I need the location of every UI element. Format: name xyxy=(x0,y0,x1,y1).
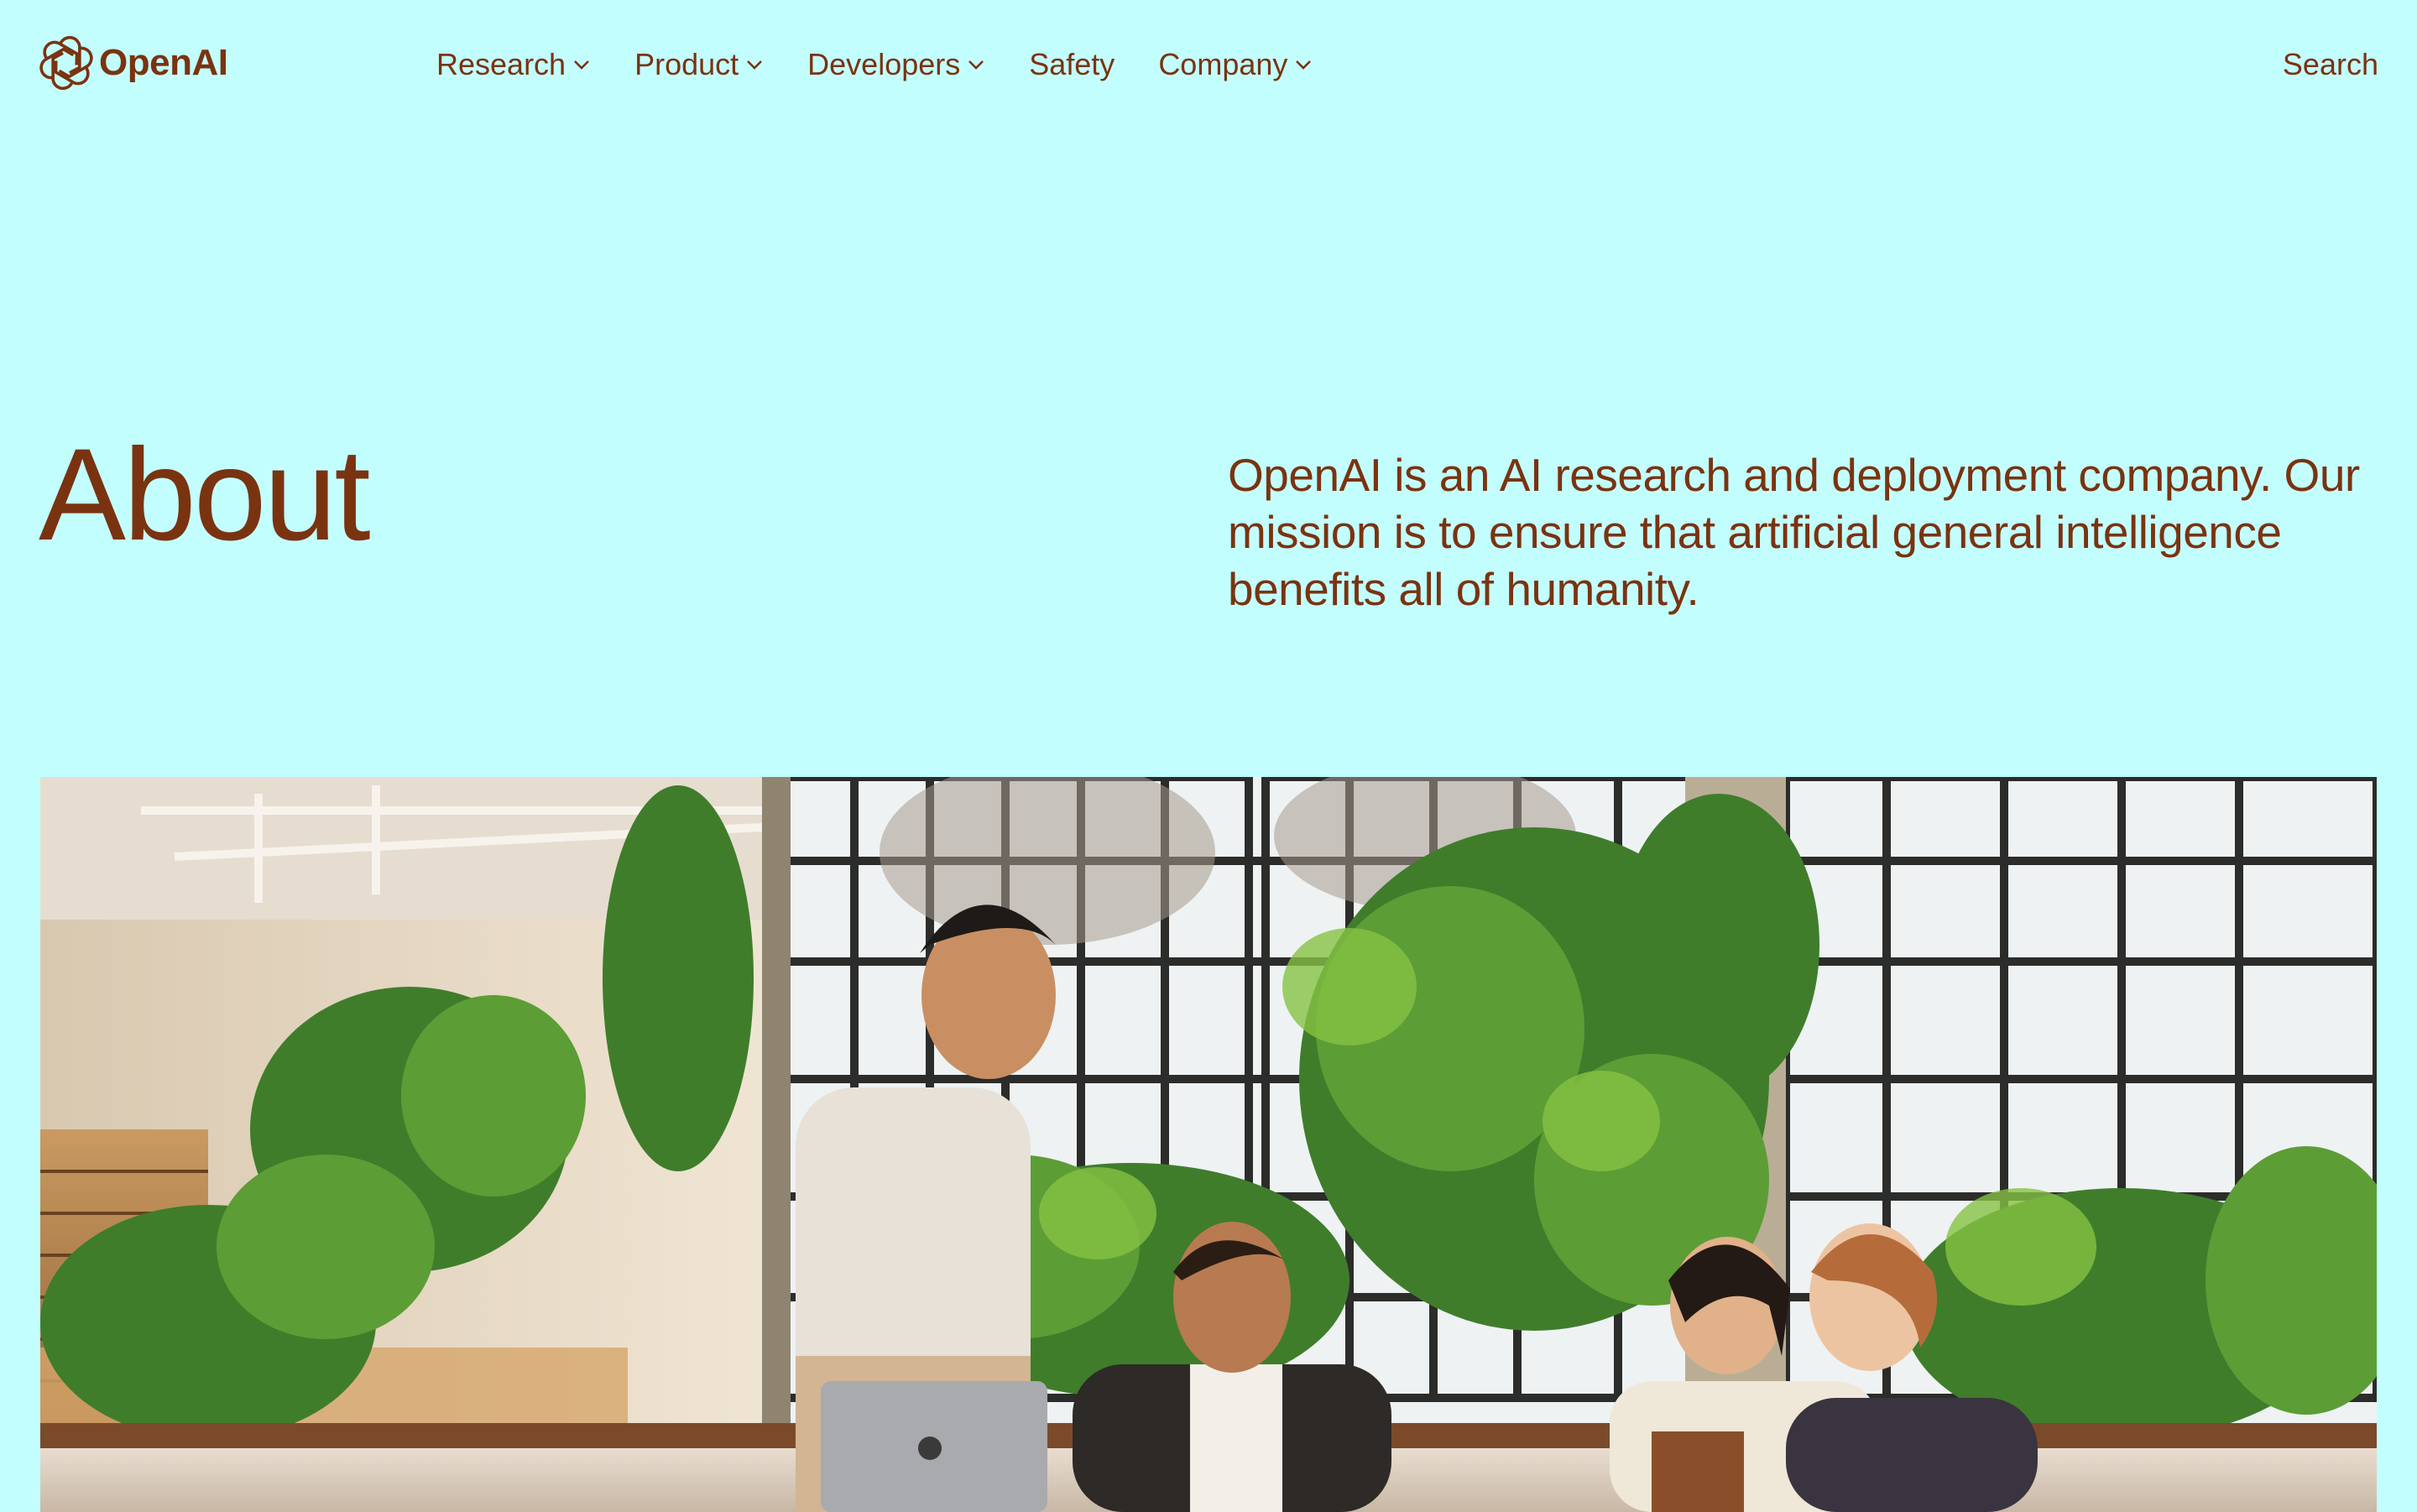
nav-item-product[interactable]: Product xyxy=(634,47,764,82)
nav-item-label: Developers xyxy=(807,47,961,81)
chevron-down-icon xyxy=(968,60,984,70)
chevron-down-icon xyxy=(1296,60,1312,70)
nav-item-research[interactable]: Research xyxy=(436,47,591,82)
mission-statement: OpenAI is an AI research and deployment … xyxy=(1228,449,2360,615)
main-nav: Research Product Developers Safety Compa… xyxy=(436,44,1356,86)
nav-item-safety[interactable]: Safety xyxy=(1029,47,1115,82)
brand-name: OpenAI xyxy=(99,42,228,83)
search-button[interactable]: Search xyxy=(2283,47,2378,82)
nav-item-label: Company xyxy=(1158,47,1288,81)
chevron-down-icon xyxy=(747,60,763,70)
nav-item-developers[interactable]: Developers xyxy=(807,47,985,82)
chevron-down-icon xyxy=(574,60,589,70)
openai-logo-icon xyxy=(39,35,93,91)
nav-item-company[interactable]: Company xyxy=(1158,47,1313,82)
nav-item-label: Research xyxy=(436,47,566,81)
site-header: OpenAI Research Product Developers Safet… xyxy=(0,0,2417,131)
page-title: About xyxy=(39,422,371,568)
office-photo xyxy=(40,777,2377,1512)
about-page: OpenAI Research Product Developers Safet… xyxy=(0,0,2417,1512)
nav-item-label: Safety xyxy=(1029,47,1115,81)
nav-item-label: Product xyxy=(634,47,739,81)
logo-link[interactable]: OpenAI xyxy=(39,35,228,91)
